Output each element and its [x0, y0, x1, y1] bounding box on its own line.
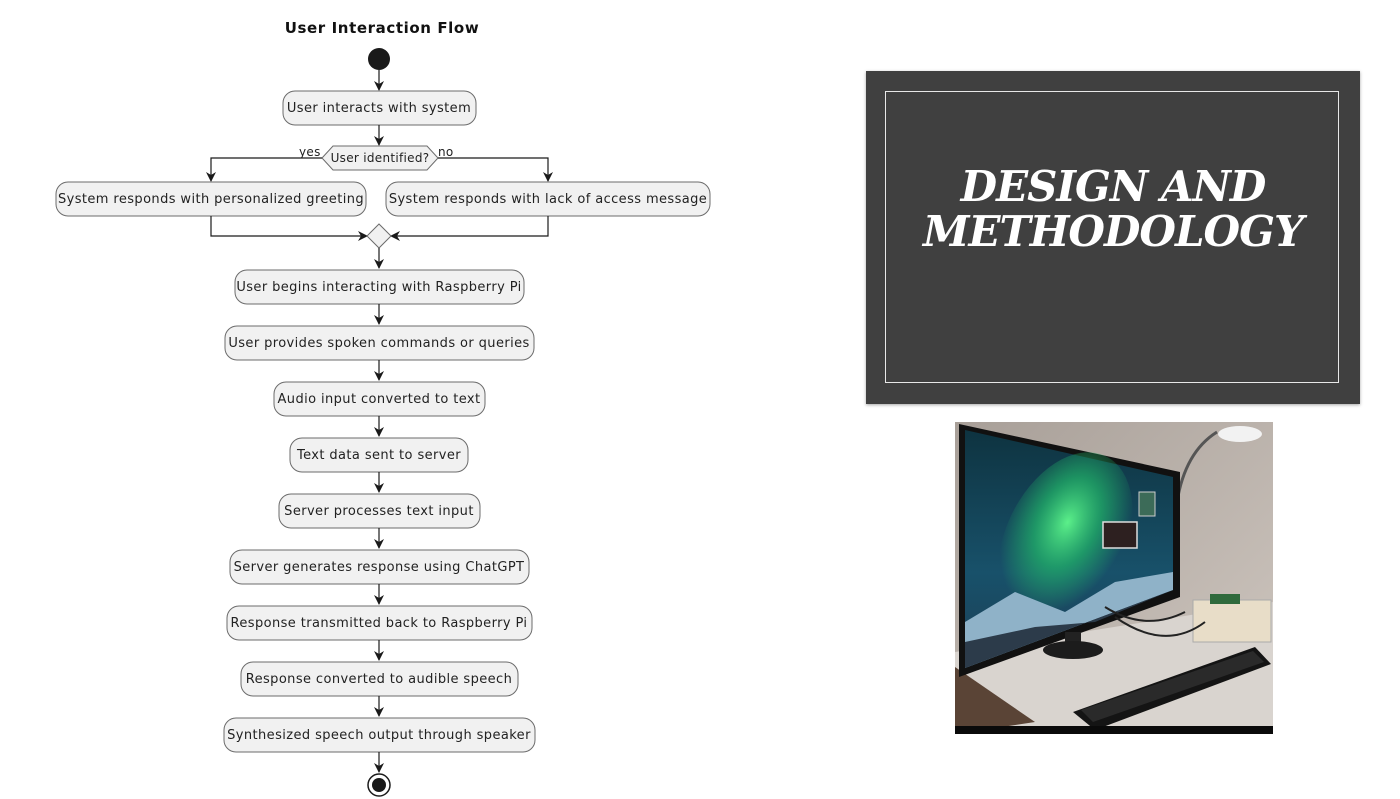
slide-title-line-1: DESIGN AND [960, 162, 1267, 211]
yes-action-label: System responds with personalized greeti… [58, 192, 364, 207]
merge-arrow-left [210, 216, 368, 241]
merge-arrow-right [390, 216, 549, 241]
action-label: User provides spoken commands or queries [228, 336, 529, 351]
no-guard-label: no [438, 145, 454, 159]
no-branch-arrow [438, 157, 553, 182]
end-node-dot [372, 778, 386, 792]
action-label: User begins interacting with Raspberry P… [236, 280, 521, 295]
action-label: User interacts with system [287, 101, 471, 116]
action-label: Server generates response using ChatGPT [234, 560, 525, 575]
action-label: Response transmitted back to Raspberry P… [231, 616, 528, 631]
start-node [368, 48, 390, 70]
slide-title: DESIGN AND METHODOLOGY [866, 164, 1360, 254]
diagram-title: User Interaction Flow [285, 19, 480, 37]
slide-title-line-2: METHODOLOGY [922, 207, 1304, 256]
activity-diagram: User Interaction Flow User interacts wit… [55, 19, 711, 797]
raspberry-pi-board-icon [1192, 594, 1272, 643]
action-label: Server processes text input [284, 504, 474, 519]
setup-photo [955, 422, 1273, 734]
action-label: Response converted to audible speech [246, 672, 512, 687]
decision-label: User identified? [331, 151, 430, 165]
action-label: Synthesized speech output through speake… [227, 728, 531, 743]
merge-node [366, 223, 392, 249]
title-slide: DESIGN AND METHODOLOGY [866, 71, 1360, 404]
no-action-label: System responds with lack of access mess… [389, 192, 707, 207]
yes-branch-arrow [206, 157, 322, 182]
photo-illustration [955, 422, 1273, 734]
action-label: Text data sent to server [296, 448, 461, 463]
action-label: Audio input converted to text [278, 392, 481, 407]
yes-guard-label: yes [299, 145, 321, 159]
